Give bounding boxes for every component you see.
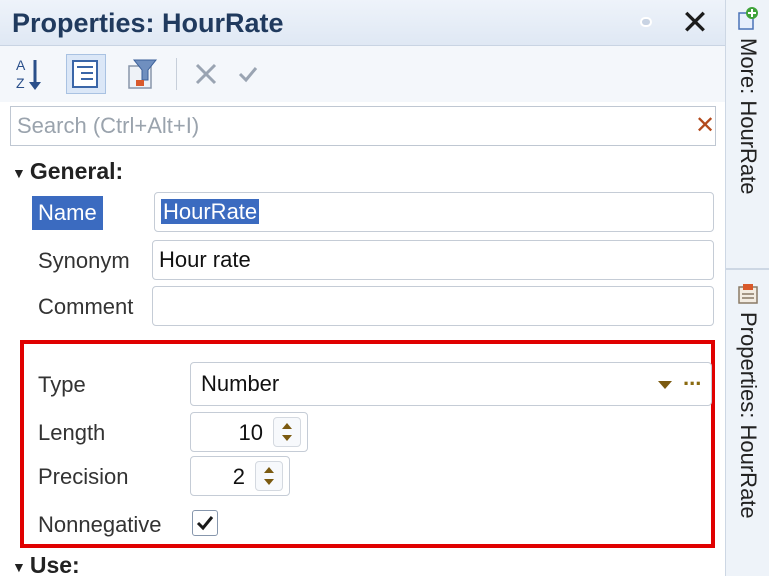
precision-spinner[interactable]: 2 [190,456,290,496]
synonym-label: Synonym [38,248,130,273]
side-tab-properties[interactable]: Properties: HourRate [730,282,766,519]
section-use-label: Use: [29,552,80,578]
side-tab-more-label: More: HourRate [736,38,761,195]
apply-check-icon[interactable] [228,54,268,94]
clear-search-icon[interactable]: ✕ [694,112,716,140]
choose-type-button[interactable]: ... [683,365,701,391]
length-spin-buttons[interactable] [273,417,301,447]
section-general-label: General: [29,158,124,184]
search-box: ✕ [10,106,716,146]
dropdown-arrow-icon[interactable] [651,371,679,399]
checkmark-icon [196,516,214,531]
add-element-icon [738,7,758,30]
name-field-value: HourRate [161,199,260,224]
panel-titlebar: Properties: HourRate ✕ [0,0,725,46]
svg-text:Z: Z [16,75,25,91]
precision-label: Precision [38,464,129,489]
comment-label: Comment [38,294,134,319]
precision-value: 2 [232,464,245,489]
cancel-icon[interactable] [186,54,226,94]
pin-icon[interactable] [640,17,652,27]
name-field[interactable]: HourRate [154,192,714,232]
filter-icon[interactable] [122,54,162,94]
section-use[interactable]: ▼ Use: [12,552,80,579]
search-input[interactable] [15,111,675,141]
toolbar-separator [176,58,177,90]
length-label: Length [38,420,106,445]
nonnegative-checkbox[interactable] [192,510,218,536]
length-value: 10 [238,420,263,445]
nonnegative-label: Nonnegative [38,512,162,537]
side-tab-strip: More: HourRate Properties: HourRate [725,0,769,576]
side-tab-properties-label: Properties: HourRate [736,312,761,519]
synonym-field-value: Hour rate [159,247,251,272]
type-label: Type [38,372,86,397]
precision-spin-buttons[interactable] [255,461,283,491]
panel-title: Properties: HourRate [12,8,284,38]
synonym-field[interactable]: Hour rate [152,240,714,280]
properties-toolbar: A Z [0,46,725,102]
categorized-view-icon[interactable] [66,54,106,94]
type-combo[interactable]: Number ... [190,362,712,406]
type-combo-value: Number [201,371,280,396]
section-general[interactable]: ▼ General: [12,158,123,185]
side-divider [726,268,769,270]
name-label: Name [32,196,103,230]
sort-alphabetical-icon[interactable]: A Z [10,54,50,94]
length-spinner[interactable]: 10 [190,412,308,452]
collapse-caret-icon[interactable]: ▼ [12,165,26,181]
properties-panel: Properties: HourRate ✕ A Z Search (Ctrl+… [0,0,725,579]
comment-field[interactable] [152,286,714,326]
svg-text:A: A [16,57,26,73]
properties-icon [738,284,758,304]
collapse-caret-icon[interactable]: ▼ [12,559,26,575]
side-tab-more[interactable]: More: HourRate [730,6,766,195]
close-icon[interactable]: ✕ [678,4,712,42]
